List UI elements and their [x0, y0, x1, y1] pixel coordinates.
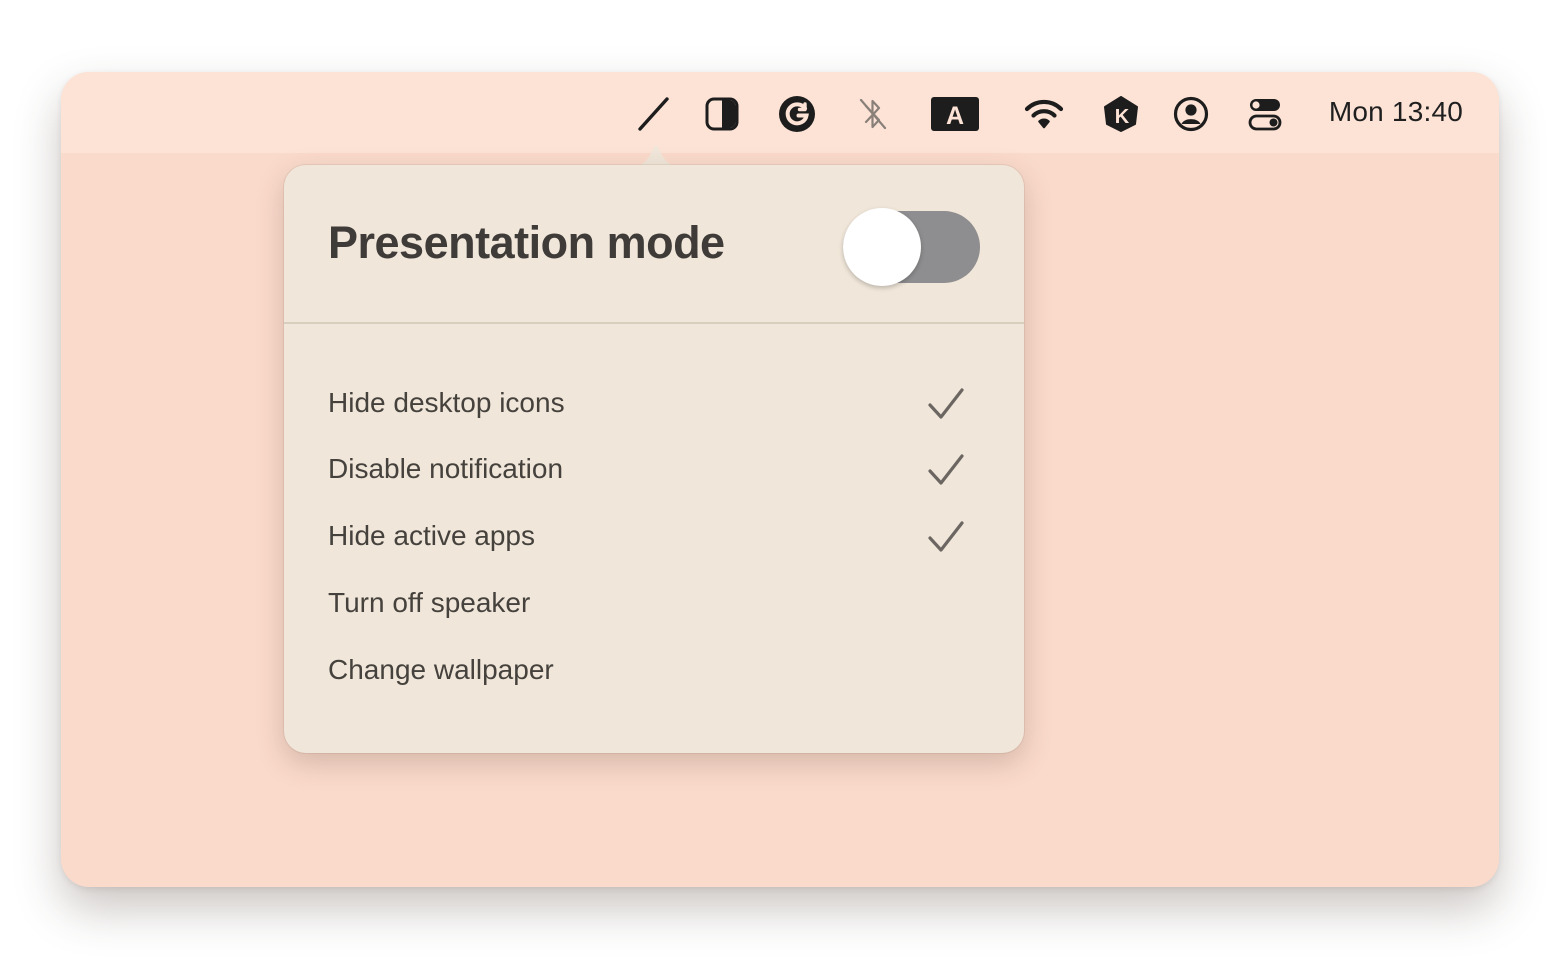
- control-center-icon[interactable]: [1245, 94, 1285, 134]
- svg-text:K: K: [1115, 106, 1130, 128]
- popover-title: Presentation mode: [328, 217, 725, 268]
- presentation-pen-icon[interactable]: [633, 94, 673, 134]
- checkmark-icon: [928, 388, 964, 419]
- menu-bar-clock[interactable]: Mon 13:40: [1329, 92, 1463, 132]
- option-hide-active-apps[interactable]: Hide active apps: [328, 512, 978, 562]
- klack-icon[interactable]: K: [1101, 94, 1141, 134]
- option-change-wallpaper[interactable]: Change wallpaper: [328, 646, 978, 696]
- presentation-mode-popover: Presentation mode Hide desktop icons Dis…: [284, 165, 1024, 753]
- popover-arrow: [626, 145, 686, 167]
- checkmark-icon: [928, 521, 964, 552]
- option-label: Disable notification: [328, 453, 564, 484]
- option-label: Turn off speaker: [328, 587, 531, 618]
- bluetooth-off-icon[interactable]: [853, 94, 893, 134]
- presentation-mode-toggle[interactable]: [843, 208, 980, 286]
- menu-bar: A K Mon 13:40: [61, 72, 1499, 153]
- grammarly-icon[interactable]: [777, 94, 817, 134]
- keyboard-input-icon[interactable]: A: [929, 94, 981, 134]
- option-label: Change wallpaper: [328, 654, 554, 685]
- user-account-icon[interactable]: [1171, 94, 1211, 134]
- option-disable-notification[interactable]: Disable notification: [328, 445, 978, 495]
- wifi-icon[interactable]: [1024, 94, 1064, 134]
- option-label: Hide desktop icons: [328, 387, 565, 418]
- option-turn-off-speaker[interactable]: Turn off speaker: [328, 579, 978, 629]
- svg-text:A: A: [946, 102, 964, 130]
- toggle-knob: [843, 208, 921, 286]
- divider: [284, 322, 1024, 324]
- option-hide-desktop-icons[interactable]: Hide desktop icons: [328, 379, 978, 429]
- option-label: Hide active apps: [328, 520, 536, 551]
- contrast-icon[interactable]: [702, 94, 742, 134]
- checkmark-icon: [928, 454, 964, 485]
